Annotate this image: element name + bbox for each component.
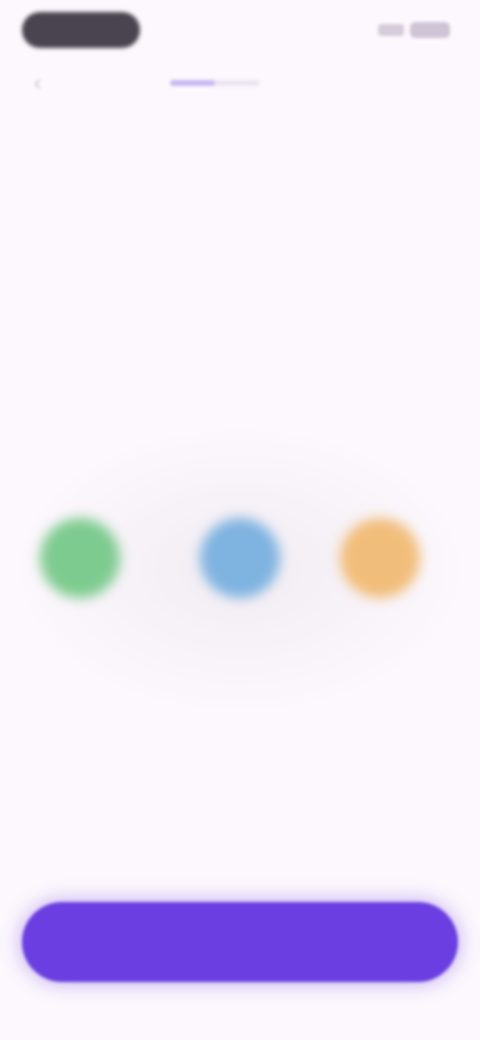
option-3-circle (340, 518, 420, 598)
option-group (20, 500, 460, 650)
status-bar (0, 0, 480, 64)
status-time-pill (22, 12, 140, 48)
option-1-circle (40, 518, 120, 598)
page-subtitle (80, 204, 400, 226)
option-2[interactable] (180, 500, 300, 650)
page-title (60, 140, 420, 172)
onboarding-progress-bar (170, 80, 260, 86)
top-nav: ‹ (0, 66, 480, 102)
status-icons (378, 22, 450, 38)
option-3[interactable] (320, 500, 440, 650)
onboarding-progress-fill (170, 80, 215, 86)
battery-icon (410, 22, 450, 38)
option-1[interactable] (20, 500, 140, 650)
option-2-circle (200, 518, 280, 598)
back-chevron-icon[interactable]: ‹ (34, 72, 56, 94)
continue-button[interactable] (22, 902, 458, 982)
signal-icon (378, 24, 404, 36)
